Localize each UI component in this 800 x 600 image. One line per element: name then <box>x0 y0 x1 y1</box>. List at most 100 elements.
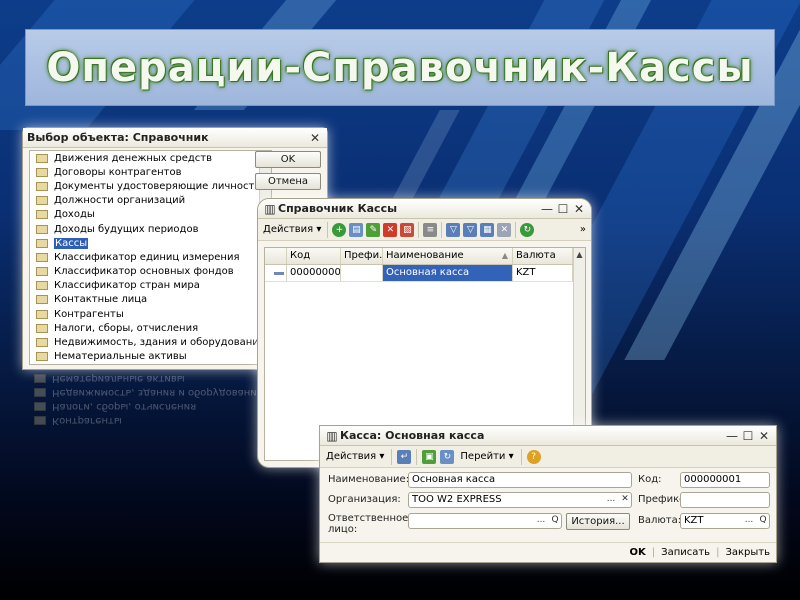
slide-title: Операции-Справочник-Кассы <box>46 44 754 91</box>
cell-code: 000000001 <box>287 265 341 281</box>
list-item[interactable]: Классификатор основных фондов <box>30 265 271 279</box>
column-name-label: Наименование <box>386 250 464 261</box>
org-label: Организация: <box>328 494 401 505</box>
folder-icon <box>36 352 48 362</box>
name-field[interactable]: Основная касса <box>408 472 632 488</box>
column-code[interactable]: Код <box>287 248 341 264</box>
list-item[interactable]: Нематериальные активы <box>30 350 271 364</box>
table-row[interactable]: 000000001 Основная касса KZT <box>265 265 585 282</box>
list-item[interactable]: Налоги, сборы, отчисления <box>30 321 271 335</box>
list-item[interactable]: Договоры контрагентов <box>30 165 271 179</box>
goto-menu[interactable]: Перейти ▾ <box>458 451 515 462</box>
close-button[interactable]: Закрыть <box>725 547 770 558</box>
list-item[interactable]: Контактные лица <box>30 293 271 307</box>
add-icon[interactable]: + <box>332 222 347 237</box>
folder-icon <box>36 295 48 305</box>
list-item-label: Доходы <box>54 209 95 221</box>
responsible-select-button[interactable]: ... <box>534 513 548 529</box>
help-icon[interactable]: ? <box>526 449 541 464</box>
catalog-list[interactable]: Движения денежных средств Договоры контра… <box>29 150 272 365</box>
org-select-button[interactable]: ... <box>604 492 618 508</box>
column-prefix[interactable]: Префи... <box>341 248 383 264</box>
maximize-icon[interactable]: ☐ <box>555 202 571 216</box>
list-item-label: Недвижимость, здания и оборудование <box>54 337 265 349</box>
object-selection-title: Выбор объекта: Справочник <box>27 131 209 144</box>
close-icon[interactable]: ✕ <box>756 429 772 443</box>
list-item-label: Договоры контрагентов <box>54 166 182 178</box>
scroll-up-icon[interactable]: ▲ <box>574 248 585 262</box>
kassa-footer: OK | Записать | Закрыть <box>320 542 776 562</box>
sort-asc-icon: ▲ <box>501 251 508 260</box>
history-button[interactable]: История... <box>566 513 630 530</box>
list-item[interactable]: Движения денежных средств <box>30 151 271 165</box>
folder-icon <box>36 210 48 220</box>
cell-prefix <box>341 265 383 281</box>
currency-select-button[interactable]: ... <box>742 513 756 529</box>
column-name[interactable]: Наименование ▲ <box>383 248 513 264</box>
minimize-icon[interactable]: — <box>539 202 555 216</box>
folder-icon <box>36 281 48 291</box>
ok-button[interactable]: OK <box>255 151 321 168</box>
list-item[interactable]: Недвижимость, здания и оборудование <box>30 335 271 349</box>
filter-icon[interactable]: ▽ <box>446 222 461 237</box>
actions-menu[interactable]: Действия ▾ <box>324 451 386 462</box>
write-button[interactable]: Записать <box>661 547 710 558</box>
hierarchy-icon[interactable]: ≡ <box>423 222 438 237</box>
delete-icon[interactable]: ✕ <box>383 222 398 237</box>
mark-delete-icon[interactable]: ▨ <box>400 222 415 237</box>
code-field[interactable]: 000000001 <box>680 472 770 488</box>
copy-icon[interactable]: ▤ <box>349 222 364 237</box>
actions-menu[interactable]: Действия ▾ <box>261 224 323 235</box>
folder-icon <box>36 181 48 191</box>
list-item-label: Классификатор стран мира <box>54 280 200 292</box>
list-item-label: Нематериальные активы <box>54 351 187 363</box>
kassa-toolbar: Действия ▾ ↵ ▣ ↻ Перейти ▾ ? <box>320 446 776 468</box>
responsible-search-icon[interactable]: Q <box>548 513 562 529</box>
filter-list-icon[interactable]: ▦ <box>480 222 495 237</box>
list-item-label: Движения денежных средств <box>54 152 213 164</box>
list-item-label: Документы удостоверяющие личность <box>54 180 261 192</box>
list-item[interactable]: Классификатор стран мира <box>30 279 271 293</box>
minimize-icon[interactable]: — <box>724 429 740 443</box>
list-item[interactable]: Классификатор единиц измерения <box>30 250 271 264</box>
code-label: Код: <box>638 474 662 485</box>
save-icon[interactable]: ▣ <box>422 449 437 464</box>
org-field[interactable]: ТОО W2 EXPRESS <box>408 492 632 508</box>
list-item-label: Налоги, сборы, отчисления <box>54 322 199 334</box>
close-icon[interactable]: ✕ <box>307 131 323 145</box>
list-item[interactable]: Доходы <box>30 208 271 222</box>
cancel-button[interactable]: Отмена <box>255 173 321 190</box>
catalog-icon: ▥ <box>264 201 276 216</box>
folder-icon <box>36 323 48 333</box>
folder-icon <box>36 309 48 319</box>
prefix-field[interactable] <box>680 492 770 508</box>
list-item[interactable]: Кассы <box>30 236 271 250</box>
grid-header: Код Префи... Наименование ▲ Валюта <box>265 248 585 265</box>
save-close-icon[interactable]: ↵ <box>397 449 412 464</box>
row-item-icon <box>274 272 284 275</box>
list-item-label: Контактные лица <box>54 294 148 306</box>
kassa-titlebar: ▥ Касса: Основная касса — ☐ ✕ <box>320 426 776 446</box>
org-clear-icon[interactable]: ✕ <box>618 492 632 508</box>
filter-value-icon[interactable]: ▽ <box>463 222 478 237</box>
refresh-icon[interactable]: ↻ <box>520 222 535 237</box>
folder-icon <box>36 224 48 234</box>
edit-icon[interactable]: ✎ <box>366 222 381 237</box>
close-icon[interactable]: ✕ <box>571 202 587 216</box>
list-item-label: Классификатор единиц измерения <box>54 251 240 263</box>
kassa-item-window: ▥ Касса: Основная касса — ☐ ✕ Действия ▾… <box>319 425 777 563</box>
maximize-icon[interactable]: ☐ <box>740 429 756 443</box>
clear-filter-icon[interactable]: ✕ <box>497 222 512 237</box>
list-item[interactable]: Должности организаций <box>30 194 271 208</box>
list-item[interactable]: Контрагенты <box>30 307 271 321</box>
ok-button[interactable]: OK <box>630 547 646 558</box>
list-item[interactable]: Документы удостоверяющие личность <box>30 179 271 193</box>
list-item[interactable]: Доходы будущих периодов <box>30 222 271 236</box>
more-icon[interactable]: » <box>578 224 588 235</box>
cell-name: Основная касса <box>383 265 513 281</box>
column-currency[interactable]: Валюта <box>513 248 573 264</box>
currency-label: Валюта: <box>638 515 682 526</box>
reread-icon[interactable]: ↻ <box>440 449 455 464</box>
currency-search-icon[interactable]: Q <box>756 513 770 529</box>
column-marker <box>265 248 287 264</box>
